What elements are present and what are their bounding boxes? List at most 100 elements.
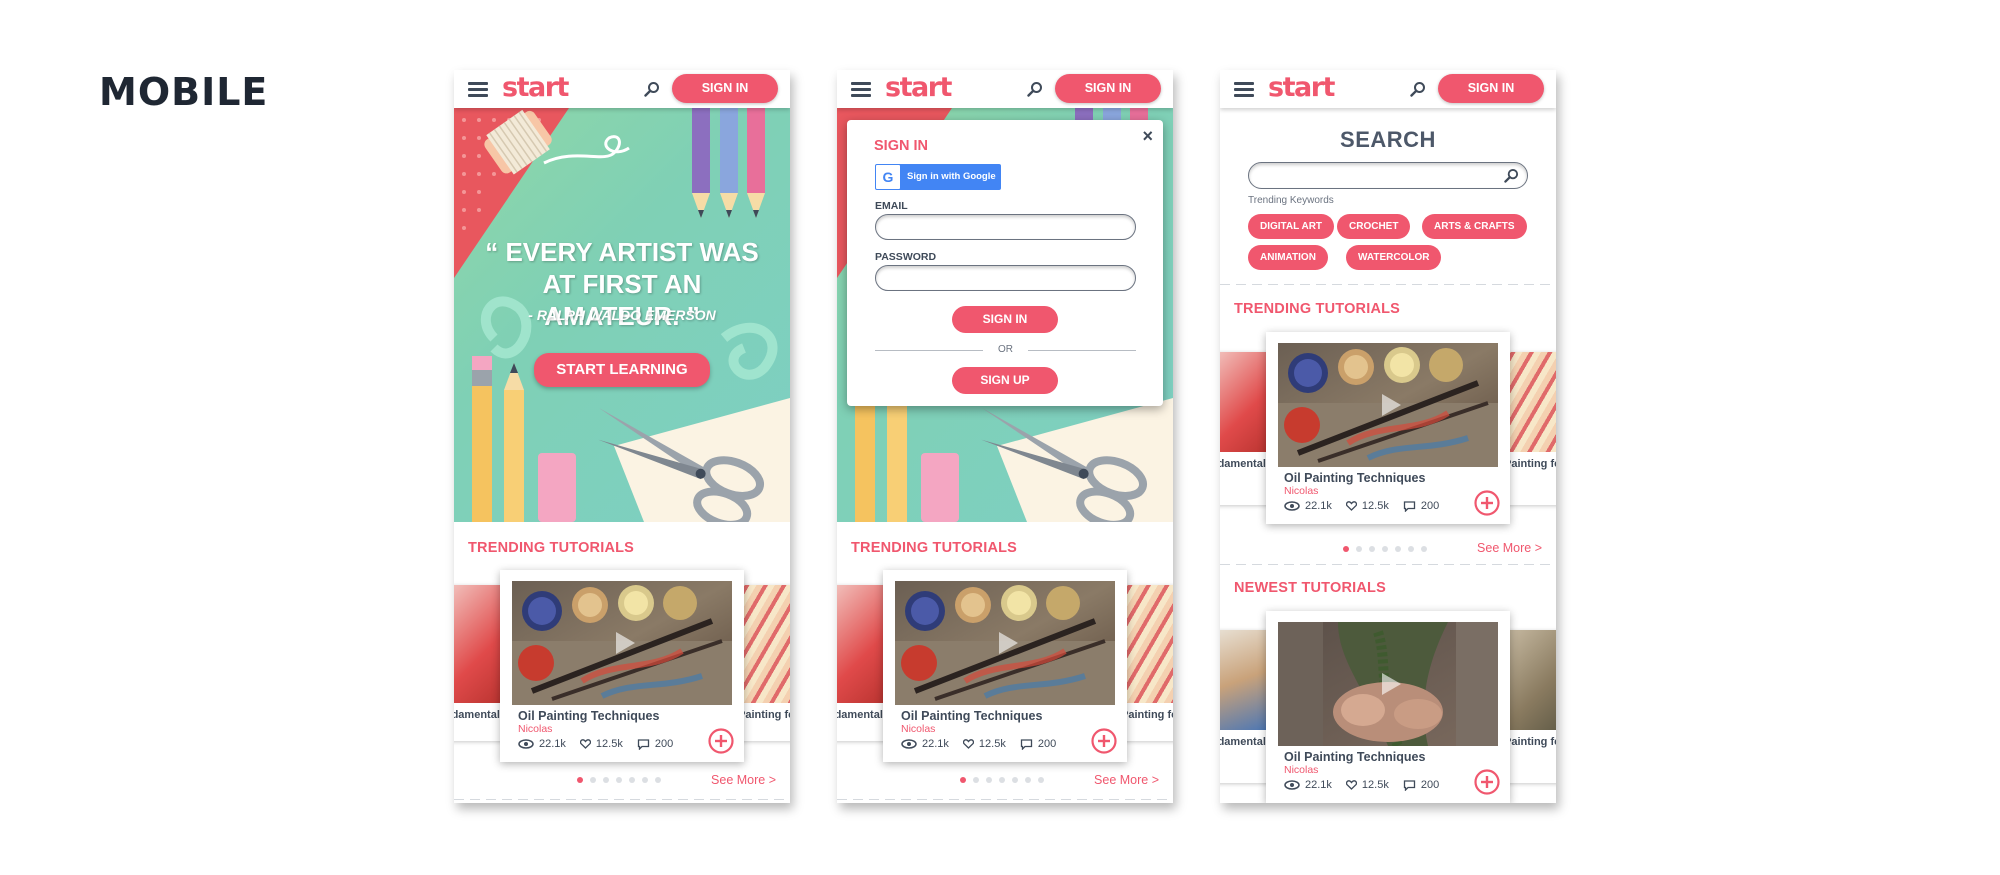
comments-count: 200	[1420, 500, 1440, 512]
heart-icon[interactable]	[1345, 780, 1357, 790]
comments-count: 200	[1420, 779, 1440, 791]
eye-icon	[901, 739, 917, 749]
likes-count: 12.5k	[1361, 500, 1389, 512]
sign-in-modal: SIGN IN × G Sign in with Google EMAIL PA…	[847, 120, 1163, 406]
views-count: 22.1k	[922, 738, 949, 750]
play-icon[interactable]	[610, 629, 638, 657]
tutorial-card-right[interactable]: Painting for Beginners	[1504, 630, 1556, 783]
comment-icon[interactable]	[1403, 500, 1416, 512]
keyword-chip[interactable]: CROCHET	[1337, 214, 1411, 239]
tutorial-title: Painting for Beginners	[1121, 709, 1173, 721]
add-icon[interactable]	[1474, 769, 1500, 795]
heart-icon[interactable]	[962, 739, 974, 749]
tutorial-thumbnail	[512, 581, 732, 705]
play-icon[interactable]	[993, 629, 1021, 657]
tutorial-card-right[interactable]: Painting for Beginners	[738, 585, 790, 741]
tutorial-title: Fundamentals	[454, 709, 506, 721]
tutorial-author[interactable]: Nicolas	[901, 723, 935, 735]
tutorial-thumbnail	[1278, 343, 1498, 467]
heart-icon[interactable]	[579, 739, 591, 749]
logo[interactable]: start	[1268, 72, 1335, 103]
search-icon[interactable]	[1410, 81, 1426, 97]
tutorial-thumbnail	[1121, 585, 1173, 703]
email-label: EMAIL	[875, 200, 908, 212]
tutorial-author[interactable]: Nicolas	[1284, 764, 1318, 776]
page-title: MOBILE	[99, 70, 269, 114]
search-icon[interactable]	[1027, 81, 1043, 97]
add-icon[interactable]	[708, 728, 734, 754]
section-divider	[837, 799, 1173, 800]
navbar: start SIGN IN	[454, 70, 790, 108]
eye-icon	[1284, 501, 1300, 511]
search-input[interactable]	[1248, 162, 1528, 189]
carousel-dots[interactable]	[577, 777, 668, 783]
tutorial-card[interactable]: Oil Painting Techniques Nicolas 22.1k 12…	[500, 570, 744, 762]
logo[interactable]: start	[502, 72, 569, 103]
tutorial-stats: 22.1k 12.5k 200	[1284, 500, 1453, 512]
tutorial-card-right[interactable]: Painting for Beginners	[1121, 585, 1173, 741]
tutorial-card-left[interactable]: Fundamentals	[837, 585, 889, 741]
start-learning-button[interactable]: START LEARNING	[534, 353, 710, 387]
comment-icon[interactable]	[1403, 779, 1416, 791]
add-icon[interactable]	[1091, 728, 1117, 754]
search-title: SEARCH	[1340, 127, 1436, 152]
modal-sign-in-button[interactable]: SIGN IN	[952, 306, 1058, 333]
tutorial-card[interactable]: Oil Painting Techniques Nicolas 22.1k 12…	[1266, 332, 1510, 524]
phone-home: start SIGN IN “ EVERY ARTIST WAS AT FIRS…	[454, 70, 790, 803]
carousel-dots[interactable]	[960, 777, 1051, 783]
see-more-link[interactable]: See More >	[1477, 541, 1542, 555]
comments-count: 200	[654, 738, 674, 750]
sign-in-button[interactable]: SIGN IN	[1055, 74, 1161, 103]
search-icon[interactable]	[644, 81, 660, 97]
google-sign-in-button[interactable]: G Sign in with Google	[875, 164, 1001, 190]
likes-count: 12.5k	[1361, 779, 1389, 791]
search-icon[interactable]	[1504, 168, 1519, 183]
hamburger-icon[interactable]	[851, 82, 871, 97]
play-icon[interactable]	[1376, 670, 1404, 698]
play-icon[interactable]	[1376, 391, 1404, 419]
google-sign-in-label: Sign in with Google	[907, 171, 996, 182]
tutorial-card[interactable]: Oil Painting Techniques Nicolas 22.1k 12…	[883, 570, 1127, 762]
tutorial-thumbnail	[738, 585, 790, 703]
views-count: 22.1k	[539, 738, 566, 750]
keyword-chip[interactable]: ARTS & CRAFTS	[1422, 214, 1527, 239]
password-field[interactable]	[875, 265, 1136, 291]
tutorial-card-right[interactable]: Painting for Beginners	[1504, 352, 1556, 505]
logo[interactable]: start	[885, 72, 952, 103]
hamburger-icon[interactable]	[1234, 82, 1254, 97]
tutorial-title: Oil Painting Techniques	[901, 709, 1043, 723]
keyword-chip[interactable]: DIGITAL ART	[1248, 214, 1335, 239]
comment-icon[interactable]	[1020, 738, 1033, 750]
tutorial-stats: 22.1k 12.5k 200	[518, 738, 687, 750]
sign-in-button[interactable]: SIGN IN	[672, 74, 778, 103]
email-field[interactable]	[875, 214, 1136, 240]
tutorial-card-left[interactable]: Fundamentals	[1220, 352, 1272, 505]
tutorial-stats: 22.1k 12.5k 200	[1284, 779, 1453, 791]
tutorial-author[interactable]: Nicolas	[1284, 485, 1318, 497]
navbar: start SIGN IN	[837, 70, 1173, 108]
tutorial-author[interactable]: Nicolas	[518, 723, 552, 735]
hamburger-icon[interactable]	[468, 82, 488, 97]
carousel-dots[interactable]	[1343, 546, 1434, 552]
section-divider	[1220, 284, 1556, 285]
sign-up-button[interactable]: SIGN UP	[952, 367, 1058, 394]
tutorial-title: Fundamentals	[837, 709, 889, 721]
keyword-chip[interactable]: ANIMATION	[1248, 245, 1328, 270]
tutorial-card-left[interactable]: Fundamentals	[1220, 630, 1272, 783]
phone-sign-in: start SIGN IN SIGN IN × G Sign in with G…	[837, 70, 1173, 803]
heart-icon[interactable]	[1345, 501, 1357, 511]
sign-in-button[interactable]: SIGN IN	[1438, 74, 1544, 103]
close-icon[interactable]: ×	[1142, 126, 1153, 147]
tutorial-card[interactable]: Oil Painting Techniques Nicolas 22.1k 12…	[1266, 611, 1510, 803]
tutorial-thumbnail	[895, 581, 1115, 705]
see-more-link[interactable]: See More >	[711, 773, 776, 787]
tutorial-title: Painting for Beginners	[738, 709, 790, 721]
likes-count: 12.5k	[595, 738, 623, 750]
eye-icon	[1284, 780, 1300, 790]
add-icon[interactable]	[1474, 490, 1500, 516]
tutorial-card-left[interactable]: Fundamentals	[454, 585, 506, 741]
comment-icon[interactable]	[637, 738, 650, 750]
tutorial-title: Painting for Beginners	[1504, 458, 1556, 470]
keyword-chip[interactable]: WATERCOLOR	[1346, 245, 1442, 270]
see-more-link[interactable]: See More >	[1094, 773, 1159, 787]
